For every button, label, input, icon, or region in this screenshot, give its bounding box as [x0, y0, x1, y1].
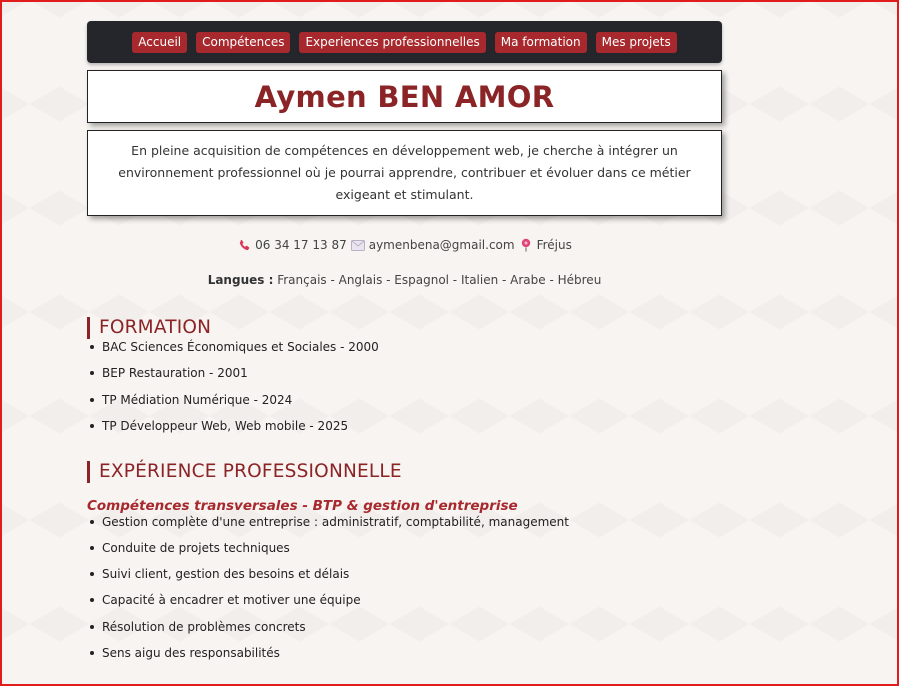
cv-container: Accueil Compétences Experiences professi…: [87, 21, 722, 671]
contact-line: 06 34 17 13 87 aymenbena@gmail.com Fréju…: [87, 238, 722, 252]
intro-text: En pleine acquisition de compétences en …: [118, 143, 691, 202]
formation-title: FORMATION: [87, 317, 722, 339]
experience-title: EXPÉRIENCE PROFESSIONNELLE: [87, 460, 722, 483]
list-item: BEP Restauration - 2001: [87, 365, 722, 381]
languages-label: Langues :: [207, 273, 274, 287]
experience-subtitle: Compétences transversales - BTP & gestio…: [87, 497, 518, 514]
list-item: Gestion complète d'une entreprise : admi…: [87, 514, 722, 530]
envelope-icon: [350, 238, 365, 252]
nav-projets[interactable]: Mes projets: [595, 31, 677, 53]
list-item: TP Développeur Web, Web mobile - 2025: [87, 418, 722, 434]
phone-icon: [237, 238, 251, 252]
nav-competences[interactable]: Compétences: [196, 31, 291, 53]
name-card: Aymen BEN AMOR: [87, 70, 722, 123]
list-item: Capacité à encadrer et motiver une équip…: [87, 592, 722, 608]
list-item: Résolution de problèmes concrets: [87, 619, 722, 635]
pin-icon: [519, 238, 533, 252]
intro-card: En pleine acquisition de compétences en …: [87, 130, 722, 216]
top-navbar: Accueil Compétences Experiences professi…: [87, 21, 722, 63]
languages-value: Français - Anglais - Espagnol - Italien …: [277, 273, 602, 287]
nav-experiences[interactable]: Experiences professionnelles: [299, 31, 486, 53]
list-item: Sens aigu des responsabilités: [87, 645, 722, 661]
formation-list: BAC Sciences Économiques et Sociales - 2…: [87, 339, 722, 434]
page-title: Aymen BEN AMOR: [254, 79, 555, 114]
experience-list: Gestion complète d'une entreprise : admi…: [87, 514, 722, 661]
languages-line: Langues : Français - Anglais - Espagnol …: [87, 273, 722, 287]
email-address[interactable]: aymenbena@gmail.com: [369, 238, 515, 252]
list-item: Conduite de projets techniques: [87, 540, 722, 556]
list-item: TP Médiation Numérique - 2024: [87, 392, 722, 408]
nav-formation[interactable]: Ma formation: [494, 31, 587, 53]
nav-accueil[interactable]: Accueil: [132, 31, 188, 53]
list-item: BAC Sciences Économiques et Sociales - 2…: [87, 339, 722, 355]
list-item: Suivi client, gestion des besoins et dél…: [87, 566, 722, 582]
phone-number[interactable]: 06 34 17 13 87: [255, 238, 347, 252]
location-text: Fréjus: [536, 238, 572, 252]
